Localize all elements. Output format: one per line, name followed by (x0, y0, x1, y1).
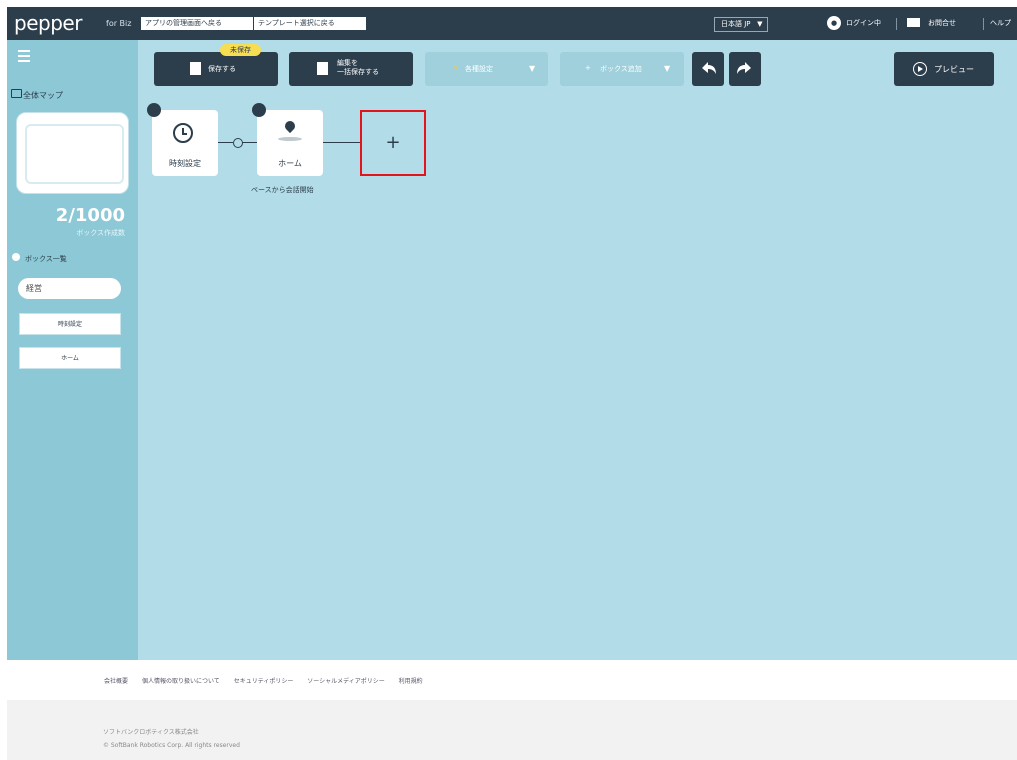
sidebar: 全体マップ 2/1000 ボックス作成数 ボックス一覧 時刻設定 ホーム (7, 40, 138, 660)
play-icon (913, 62, 927, 76)
sidebar-title: 全体マップ (23, 91, 63, 100)
map-preview-card[interactable] (16, 112, 129, 194)
settings-button[interactable]: ✎ 各種設定 ▼ (425, 52, 548, 86)
brand-sub: for Biz (106, 19, 132, 28)
footer-link[interactable]: ソーシャルメディアポリシー (307, 678, 384, 685)
login-status[interactable]: ログイン中 (846, 17, 881, 30)
top-bar: pepper for Biz アプリの管理画面へ戻る テンプレート選択に戻る 日… (7, 7, 1017, 40)
flow-node-time-setting[interactable]: 時刻設定 (152, 110, 218, 176)
copyright: © SoftBank Robotics Corp. All rights res… (103, 742, 240, 749)
connector-line (218, 142, 233, 143)
monitor-icon (11, 89, 22, 98)
preview-button[interactable]: プレビュー (894, 52, 994, 86)
user-icon: ● (827, 16, 841, 30)
contact-link[interactable]: お問合せ (928, 17, 956, 30)
pencil-icon: ✎ (453, 64, 459, 72)
footer-link[interactable]: 会社概要 (104, 678, 128, 685)
language-select[interactable]: 日本語 JP ▼ (714, 17, 768, 32)
add-box-toolbar-button[interactable]: + ボックス追加 ▼ (560, 52, 684, 86)
flow-node-home[interactable]: ホーム (257, 110, 323, 176)
node-number-badge (147, 103, 161, 117)
undo-button[interactable] (692, 52, 724, 86)
save-label: 保存する (208, 65, 236, 73)
box-count-label: ボックス作成数 (76, 229, 125, 237)
connector-node-icon[interactable] (233, 138, 243, 148)
node-sub-label: ペースから会話開始 (251, 186, 314, 194)
redo-icon (737, 62, 751, 74)
box-search-input[interactable] (18, 278, 121, 299)
box-list-item[interactable]: ホーム (19, 347, 121, 369)
node-label: 時刻設定 (169, 159, 201, 168)
template-select-link[interactable]: テンプレート選択に戻る (254, 17, 366, 30)
brand-logo[interactable]: pepper (14, 13, 82, 33)
connector-line (242, 142, 257, 143)
node-number-badge (252, 103, 266, 117)
help-link[interactable]: ヘルプ (990, 17, 1011, 30)
language-value: 日本語 JP (721, 20, 751, 28)
redo-button[interactable] (729, 52, 761, 86)
app-management-link[interactable]: アプリの管理画面へ戻る (141, 17, 253, 30)
node-label: ホーム (278, 159, 302, 168)
footer-links: 会社概要 個人情報の取り扱いについて セキュリティポリシー ソーシャルメディアポ… (104, 676, 435, 685)
box-count: 2/1000 (55, 205, 125, 226)
divider (896, 18, 897, 30)
plus-icon: + (585, 64, 591, 72)
save-all-label: 編集を 一括保存する (337, 59, 379, 76)
pin-shadow (278, 137, 302, 141)
floppy-icon (317, 62, 328, 75)
mail-icon (907, 18, 920, 27)
hamburger-menu-icon[interactable] (18, 50, 30, 65)
settings-label: 各種設定 (465, 65, 493, 73)
save-button[interactable]: 保存する (154, 52, 278, 86)
clock-icon (173, 123, 193, 143)
connector-line (323, 142, 361, 143)
caret-down-icon: ▼ (529, 64, 536, 73)
app-area: pepper for Biz アプリの管理画面へ戻る テンプレート選択に戻る 日… (7, 7, 1017, 660)
add-box-label: ボックス追加 (600, 65, 642, 73)
box-list-item[interactable]: 時刻設定 (19, 313, 121, 335)
preview-label: プレビュー (934, 65, 974, 74)
highlight-box (360, 110, 426, 176)
footer-link[interactable]: 個人情報の取り扱いについて (142, 678, 220, 685)
document-icon (190, 62, 201, 75)
caret-down-icon: ▼ (664, 64, 671, 73)
company-name: ソフトバンクロボティクス株式会社 (103, 729, 199, 736)
location-pin-icon (282, 118, 298, 134)
unsaved-badge: 未保存 (220, 44, 261, 56)
divider (983, 18, 984, 30)
footer-link[interactable]: 利用規約 (399, 678, 423, 685)
collapse-icon[interactable] (12, 253, 20, 261)
undo-icon (702, 62, 716, 74)
caret-down-icon: ▼ (757, 20, 763, 28)
box-list-title: ボックス一覧 (25, 255, 67, 263)
footer-link[interactable]: セキュリティポリシー (234, 678, 294, 685)
save-all-button[interactable]: 編集を 一括保存する (289, 52, 413, 86)
